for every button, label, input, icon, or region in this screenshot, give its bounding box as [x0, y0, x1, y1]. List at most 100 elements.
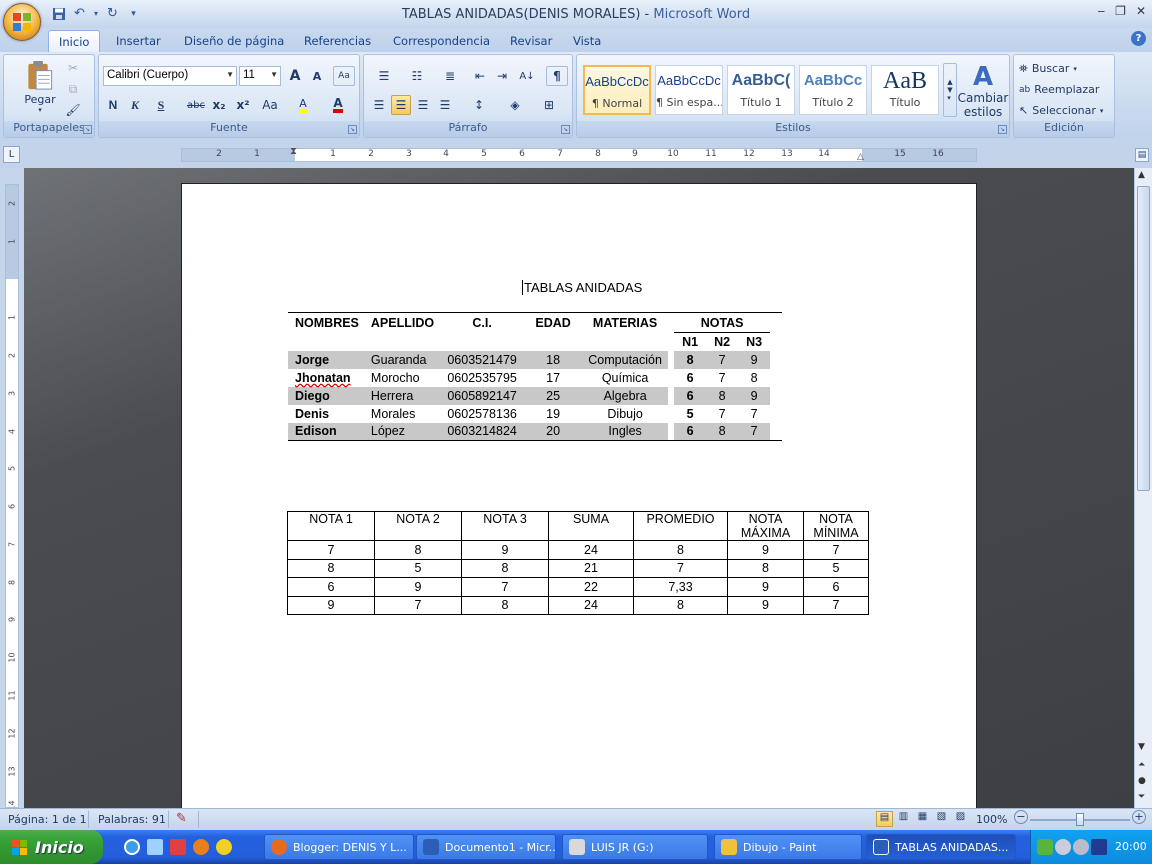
shrink-font-button[interactable]: A	[307, 66, 327, 86]
dialog-launcher-icon[interactable]: ↘	[348, 125, 357, 134]
tab-selector[interactable]: L	[3, 146, 20, 163]
dialog-launcher-icon[interactable]: ↘	[83, 125, 92, 134]
ie-icon[interactable]	[124, 839, 140, 855]
show-marks-button[interactable]: ¶	[546, 66, 568, 86]
restore-button[interactable]: ❐	[1115, 4, 1126, 18]
find-button[interactable]: ⛯ Buscar ▾	[1018, 59, 1112, 78]
draft-icon[interactable]: ▨	[952, 811, 969, 827]
subscript-button[interactable]: x₂	[209, 95, 229, 115]
align-left-icon[interactable]: ☰	[369, 95, 389, 115]
full-screen-icon[interactable]: ▥	[895, 811, 912, 827]
spelling-check-icon[interactable]: ✎	[176, 811, 187, 826]
desktop-icon[interactable]	[147, 839, 163, 855]
students-table[interactable]: NOMBRES APELLIDO C.I. EDAD MATERIAS NOTA…	[288, 312, 783, 441]
style-titulo[interactable]: AaB Título	[871, 65, 939, 115]
line-spacing-icon[interactable]: ↕	[464, 95, 494, 115]
horizontal-ruler[interactable]: 2 1 1 2 3 4 5 6 7 8 9 10 11 12 13 14 15 …	[181, 146, 977, 162]
network-icon[interactable]	[1091, 839, 1107, 855]
zoom-out-button[interactable]: −	[1014, 810, 1028, 824]
borders-icon[interactable]: ⊞	[534, 95, 564, 115]
tab-revisar[interactable]: Revisar	[500, 30, 562, 52]
page-count[interactable]: Página: 1 de 1	[8, 813, 87, 826]
next-page-icon[interactable]: ⏷	[1138, 792, 1145, 802]
indent-marker-icon[interactable]: ⧗	[290, 146, 297, 157]
grow-font-button[interactable]: A	[285, 66, 305, 86]
web-layout-icon[interactable]: ▦	[914, 811, 931, 827]
tab-insertar[interactable]: Insertar	[106, 30, 171, 52]
change-styles-button[interactable]: A Cambiar estilos	[958, 61, 1009, 121]
firefox-icon[interactable]	[193, 839, 209, 855]
tab-vista[interactable]: Vista	[563, 30, 611, 52]
style-titulo-2[interactable]: AaBbCc Título 2	[799, 65, 867, 115]
align-center-icon[interactable]: ☰	[391, 95, 411, 115]
clock[interactable]: 20:00	[1115, 840, 1147, 853]
zoom-in-button[interactable]: +	[1132, 810, 1146, 824]
taskbar-button-documento1[interactable]: Documento1 - Micr...	[416, 834, 556, 860]
style-titulo-1[interactable]: AaBbC(Título 1	[727, 65, 795, 115]
dialog-launcher-icon[interactable]: ↘	[561, 125, 570, 134]
change-case-button[interactable]: Aa	[257, 95, 283, 115]
office-button[interactable]	[3, 3, 41, 41]
multilevel-list-icon[interactable]: ≣	[435, 66, 465, 86]
media-icon[interactable]	[170, 839, 186, 855]
font-size-combo[interactable]: 11 ▼	[239, 66, 281, 86]
taskbar-button-drive[interactable]: LUIS JR (G:)	[562, 834, 708, 860]
tab-diseno[interactable]: Diseño de página	[174, 30, 294, 52]
view-ruler-icon[interactable]: ▤	[1135, 148, 1149, 162]
taskbar-button-paint[interactable]: Dibujo - Paint	[714, 834, 862, 860]
document-page[interactable]: TABLAS ANIDADAS NOMBRES APELLIDO C.I. ED…	[181, 183, 977, 808]
word-count[interactable]: Palabras: 91	[98, 813, 166, 826]
zoom-level[interactable]: 100%	[976, 813, 1007, 826]
print-layout-icon[interactable]: ▤	[876, 811, 893, 827]
copy-icon[interactable]: ⧉	[64, 80, 82, 98]
previous-page-icon[interactable]: ⏶	[1138, 760, 1145, 770]
paste-button[interactable]: Pegar ▾	[20, 59, 60, 115]
taskbar-button-blogger[interactable]: Blogger: DENIS Y L...	[264, 834, 414, 860]
tray-icon[interactable]	[1037, 839, 1053, 855]
sort-icon[interactable]: A↓	[516, 66, 538, 86]
highlight-button[interactable]: A	[289, 95, 317, 115]
tray-icon[interactable]	[1055, 839, 1071, 855]
align-right-icon[interactable]: ☰	[413, 95, 433, 115]
styles-scroll[interactable]: ▲ ▼ ▾	[943, 63, 957, 117]
tab-referencias[interactable]: Referencias	[294, 30, 381, 52]
select-button[interactable]: ↖ Seleccionar ▾	[1018, 101, 1112, 120]
start-button[interactable]: Inicio	[0, 830, 103, 864]
zoom-thumb[interactable]	[1076, 813, 1084, 826]
cut-icon[interactable]: ✂	[64, 59, 82, 77]
numbering-icon[interactable]: ☷	[402, 66, 432, 86]
vertical-ruler[interactable]: 2 1 1 2 3 4 5 6 7 8 9 10 11 12 13 14	[5, 184, 19, 808]
justify-icon[interactable]: ☰	[435, 95, 455, 115]
dialog-launcher-icon[interactable]: ↘	[998, 125, 1007, 134]
grades-table[interactable]: NOTA 1 NOTA 2 NOTA 3 SUMA PROMEDIO NOTA M…	[287, 511, 869, 615]
vertical-scrollbar[interactable]: ▲ ▼ ⏶ ● ⏷	[1134, 168, 1152, 808]
scroll-thumb[interactable]	[1137, 186, 1150, 491]
scroll-down-icon[interactable]: ▼	[1138, 742, 1145, 752]
taskbar-button-tablas[interactable]: TABLAS ANIDADAS...	[866, 834, 1016, 860]
shading-icon[interactable]: ◈	[500, 95, 530, 115]
format-painter-icon[interactable]: 🖌	[64, 101, 82, 119]
decrease-indent-icon[interactable]: ⇤	[470, 66, 490, 86]
tab-correspondencia[interactable]: Correspondencia	[383, 30, 500, 52]
close-button[interactable]: ✕	[1136, 4, 1146, 18]
increase-indent-icon[interactable]: ⇥	[492, 66, 512, 86]
superscript-button[interactable]: x²	[233, 95, 253, 115]
tray-icon[interactable]	[1073, 839, 1089, 855]
minimize-button[interactable]: ‒	[1098, 4, 1106, 18]
bullets-icon[interactable]: ☰	[369, 66, 399, 86]
strikethrough-button[interactable]: abc	[185, 95, 207, 115]
style-normal[interactable]: AaBbCcDc ¶ Normal	[583, 65, 651, 115]
outline-icon[interactable]: ▧	[933, 811, 950, 827]
font-color-button[interactable]: A	[323, 95, 353, 115]
style-sin-espaciado[interactable]: AaBbCcDc ¶ Sin espa...	[655, 65, 723, 115]
bold-button[interactable]: N	[103, 95, 123, 115]
replace-button[interactable]: ab Reemplazar	[1018, 80, 1112, 99]
font-name-combo[interactable]: Calibri (Cuerpo) ▼	[103, 66, 237, 86]
document-heading[interactable]: TABLAS ANIDADAS	[522, 280, 642, 295]
clear-format-button[interactable]: Aa	[333, 66, 355, 86]
tab-inicio[interactable]: Inicio	[48, 30, 101, 52]
player-icon[interactable]	[216, 839, 232, 855]
right-indent-marker-icon[interactable]: △	[857, 152, 864, 162]
italic-button[interactable]: K	[125, 95, 145, 115]
scroll-up-icon[interactable]: ▲	[1138, 170, 1145, 180]
